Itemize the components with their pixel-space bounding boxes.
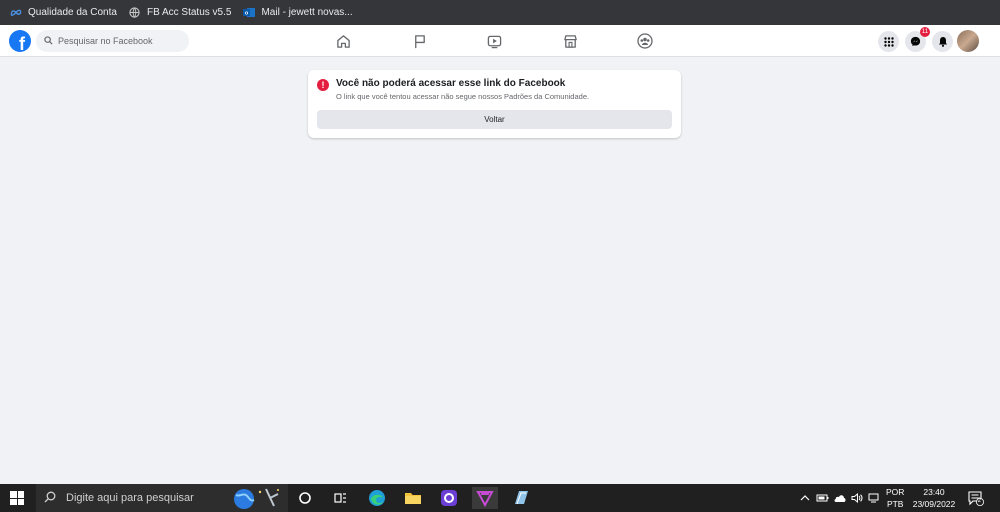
error-card: ! Você não poderá acessar esse link do F…: [308, 70, 681, 138]
battery-icon[interactable]: [816, 484, 829, 512]
language-bottom: PTB: [886, 499, 904, 509]
notification-center-icon[interactable]: 2: [968, 490, 984, 506]
edge-browser-icon[interactable]: [366, 487, 388, 509]
error-alert-icon: !: [317, 79, 329, 91]
app-vpn-icon[interactable]: [472, 487, 498, 509]
language-top: POR: [886, 487, 905, 497]
windows-start-icon[interactable]: [10, 491, 24, 505]
grid-icon: [883, 36, 894, 47]
notifications-button[interactable]: [932, 31, 953, 52]
taskbar-search[interactable]: Digite aqui para pesquisar: [36, 484, 288, 512]
search-icon: [44, 491, 56, 506]
notification-count: 2: [977, 497, 982, 504]
bookmark-label: FB Acc Status v5.5: [146, 7, 232, 18]
home-icon[interactable]: [334, 32, 352, 50]
cortana-icon[interactable]: [294, 487, 316, 509]
search-input[interactable]: [58, 36, 178, 46]
clock-date: 23/09/2022: [912, 499, 956, 509]
taskbar-search-placeholder: Digite aqui para pesquisar: [66, 492, 194, 504]
messenger-icon: [910, 36, 921, 47]
volume-icon[interactable]: [851, 484, 863, 512]
file-explorer-icon[interactable]: [402, 487, 424, 509]
outlook-icon: o: [243, 7, 256, 19]
marketplace-icon[interactable]: [561, 32, 579, 50]
tray-chevron-up-icon[interactable]: [800, 484, 810, 512]
bookmarks-bar: Qualidade da Conta FB Acc Status v5.5 o …: [0, 0, 1000, 25]
meta-icon: [10, 7, 22, 19]
clock[interactable]: 23:40 23/09/2022: [908, 486, 960, 510]
bookmark-label: Mail - jewett novas...: [261, 7, 353, 18]
task-view-icon[interactable]: [329, 487, 351, 509]
profile-avatar[interactable]: [957, 30, 979, 52]
error-description: O link que você tentou acessar não segue…: [336, 92, 590, 101]
flag-icon[interactable]: [410, 32, 428, 50]
messenger-badge: 11: [920, 27, 930, 37]
back-button[interactable]: Voltar: [317, 110, 672, 129]
bell-icon: [938, 37, 947, 47]
cloud-icon[interactable]: [833, 484, 847, 512]
menu-grid-button[interactable]: [878, 31, 899, 52]
watch-video-icon[interactable]: [485, 32, 503, 50]
globe-icon: [129, 7, 141, 19]
error-title: Você não poderá acessar esse link do Fac…: [336, 78, 566, 89]
bookmark-qualidade-da-conta[interactable]: Qualidade da Conta: [10, 7, 117, 19]
windows-taskbar: Digite aqui para pesquisar POR PTB 23:40…: [0, 484, 1000, 512]
search-icon: [44, 32, 53, 50]
bookmark-mail[interactable]: o Mail - jewett novas...: [243, 7, 353, 19]
bookmark-label: Qualidade da Conta: [28, 7, 117, 18]
clock-time: 23:40: [923, 487, 945, 497]
facebook-logo-icon[interactable]: f: [9, 30, 31, 52]
facebook-header: f 11: [0, 25, 1000, 57]
app-purple-icon[interactable]: [438, 487, 460, 509]
language-indicator[interactable]: POR PTB: [886, 486, 904, 510]
bookmark-fb-acc-status[interactable]: FB Acc Status v5.5: [129, 7, 231, 19]
search-box[interactable]: [36, 30, 189, 52]
groups-icon[interactable]: [636, 32, 654, 50]
notepad-app-icon[interactable]: [510, 487, 532, 509]
network-icon[interactable]: [868, 484, 880, 512]
search-highlight-icon: [230, 486, 282, 512]
